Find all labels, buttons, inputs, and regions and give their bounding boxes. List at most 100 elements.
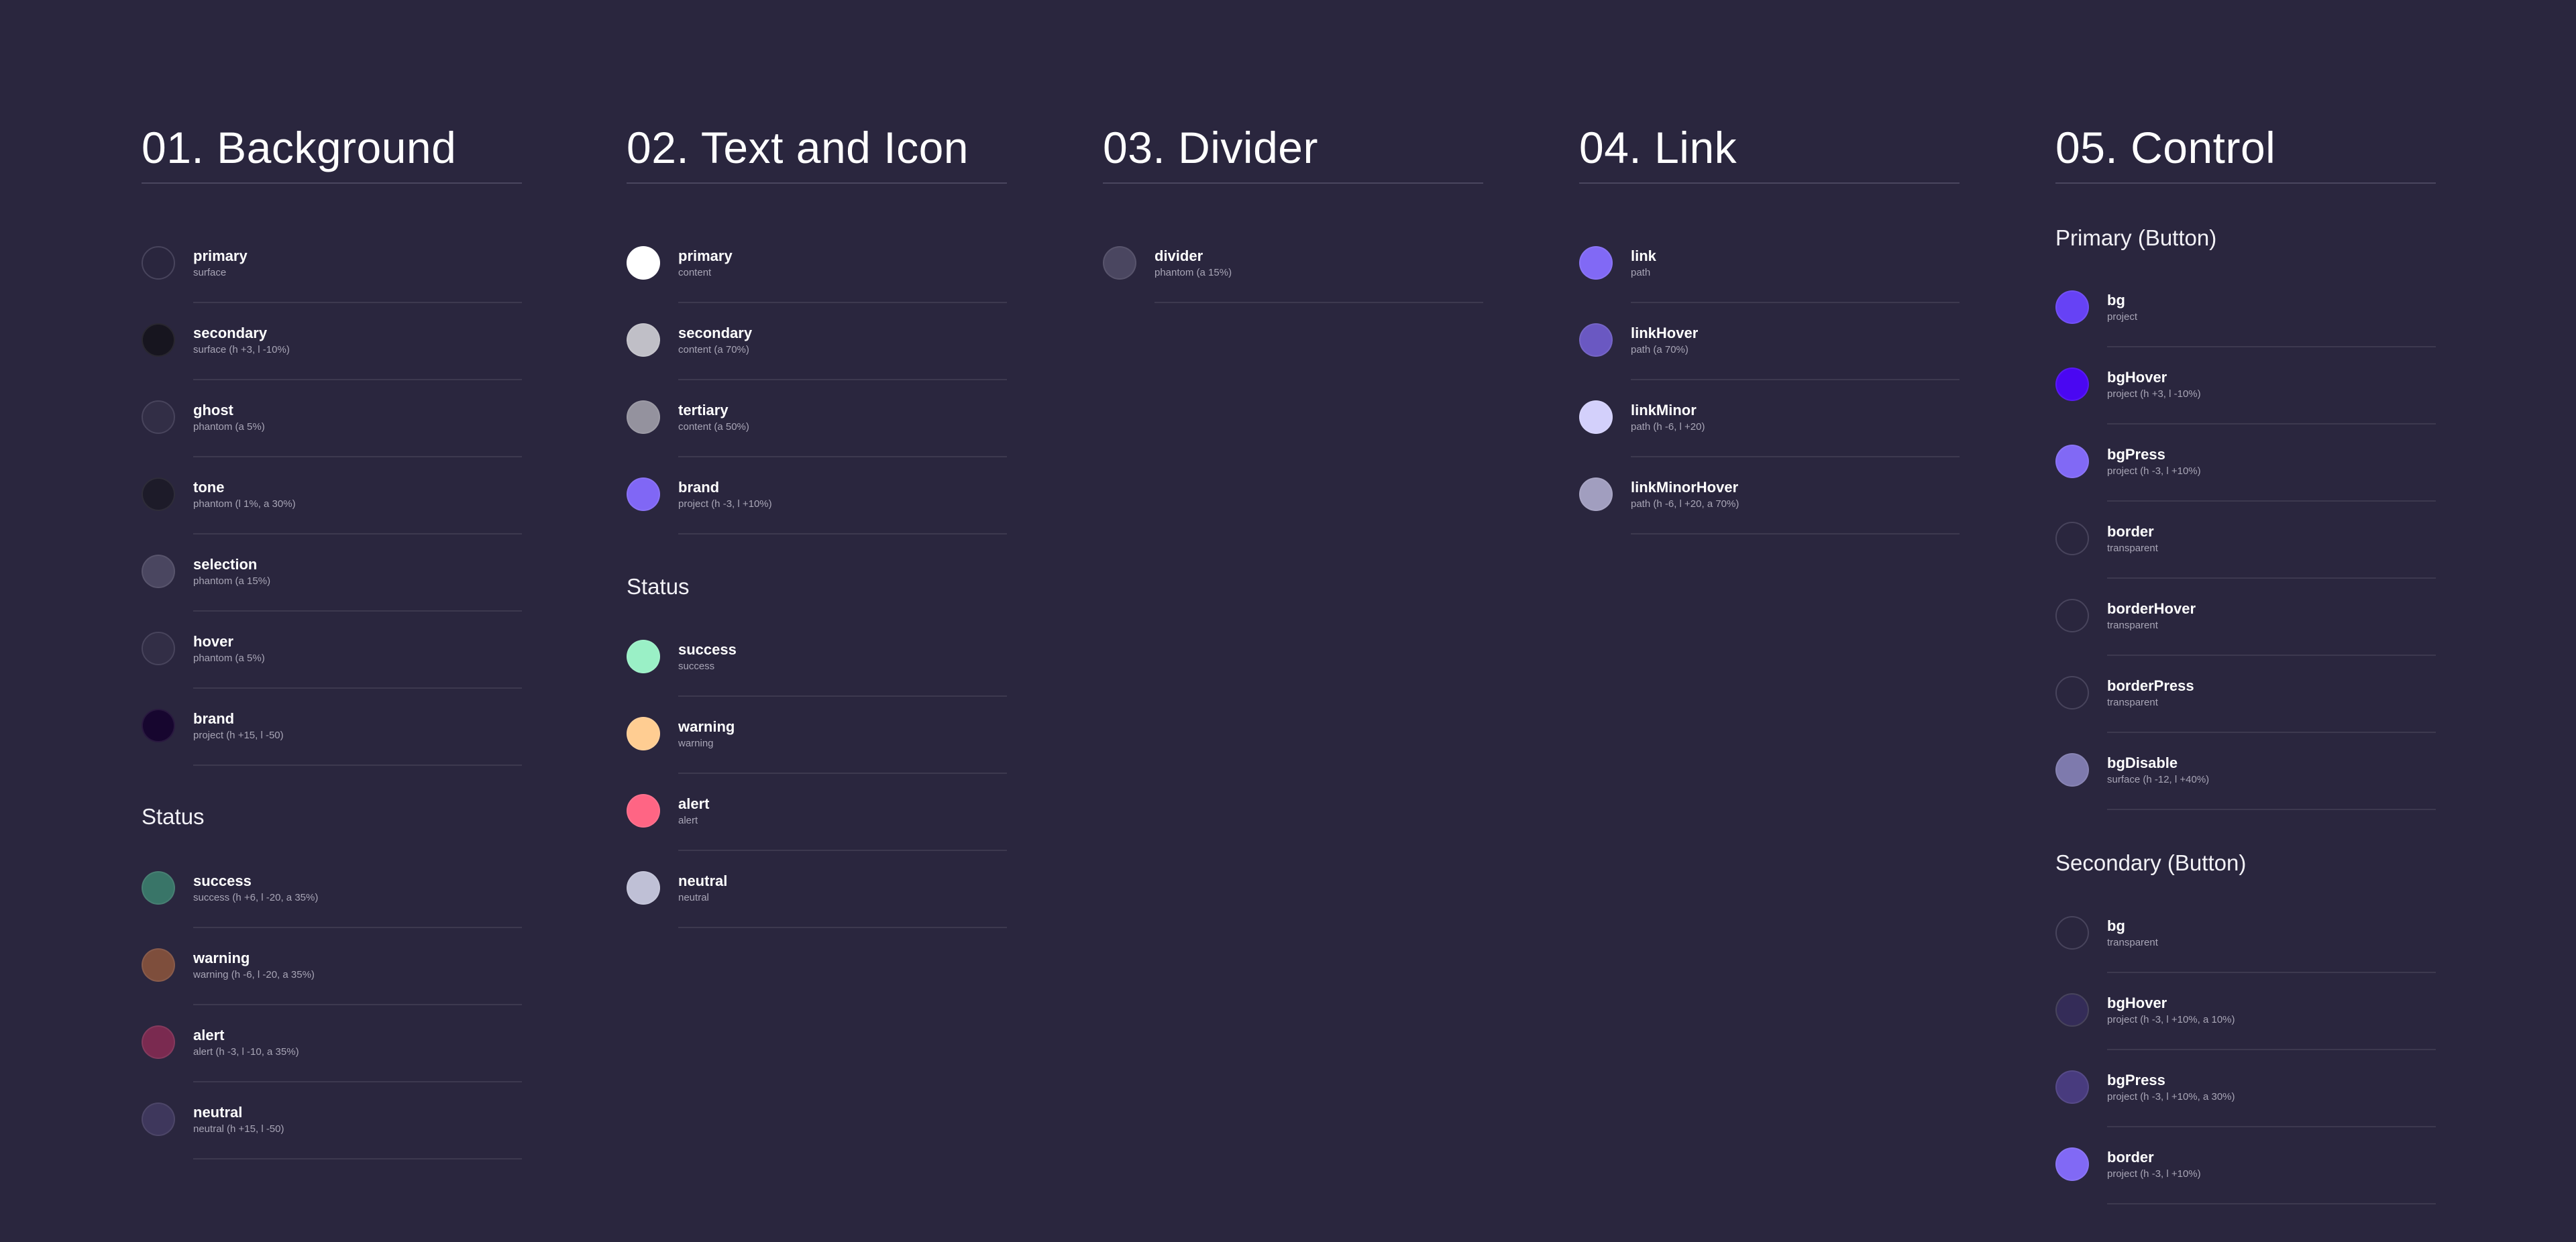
token-name: brand [678,479,720,496]
token-derivation: transparent [2107,937,2158,948]
row-divider [678,456,1007,457]
token-derivation: phantom (a 15%) [193,575,271,587]
row-divider [193,1004,522,1005]
token-name: linkHover [1631,325,1699,341]
token-derivation: transparent [2107,543,2158,554]
row-divider [2107,500,2436,502]
token-name: divider [1155,247,1203,264]
token-name: linkMinor [1631,402,1697,418]
section-title-divider [1103,182,1483,184]
row-divider [1631,379,1960,380]
row-divider [1155,302,1483,303]
token-derivation: neutral [678,892,709,903]
color-swatch-icon [2055,599,2089,632]
group-heading: Status [627,574,690,599]
section-title: 02. Text and Icon [627,123,969,172]
color-swatch-icon [627,871,660,905]
token-name: borderHover [2107,600,2196,617]
token-name: bg [2107,917,2125,934]
token-derivation: path (h -6, l +20) [1631,421,1705,433]
row-divider [2107,1203,2436,1204]
token-row-neutral: neutral neutral (h +15, l -50) [142,1103,522,1197]
token-row-linkMinorHover: linkMinorHover path (h -6, l +20, a 70%) [1579,477,1960,572]
token-derivation: warning (h -6, l -20, a 35%) [193,969,315,980]
token-derivation: project (h +3, l -10%) [2107,388,2201,400]
token-derivation: success [678,661,715,672]
token-derivation: surface (h -12, l +40%) [2107,774,2210,785]
color-swatch-icon [1579,477,1613,511]
row-divider [678,695,1007,697]
color-swatch-icon [142,709,175,742]
token-name: ghost [193,402,233,418]
token-name: bg [2107,292,2125,308]
row-divider [193,456,522,457]
color-swatch-icon [2055,993,2089,1027]
token-name: alert [678,795,710,812]
token-name: success [193,872,252,889]
token-name: border [2107,523,2154,540]
color-swatch-icon [2055,753,2089,787]
token-name: selection [193,556,258,573]
token-derivation: path (a 70%) [1631,344,1688,355]
color-swatch-icon [142,1103,175,1136]
token-derivation: project [2107,311,2138,323]
row-divider [2107,732,2436,733]
color-swatch-icon [142,555,175,588]
section-title-divider [627,182,1007,184]
token-derivation: path [1631,267,1651,278]
section-title: 01. Background [142,123,457,172]
token-derivation: content (a 50%) [678,421,749,433]
token-name: tone [193,479,225,496]
token-derivation: transparent [2107,620,2158,631]
color-swatch-icon [142,400,175,434]
token-name: link [1631,247,1656,264]
section-title: 03. Divider [1103,123,1318,172]
section-title: 05. Control [2055,123,2276,172]
color-swatch-icon [1579,323,1613,357]
token-name: warning [193,950,250,966]
row-divider [2107,577,2436,579]
group-heading: Status [142,804,205,829]
token-derivation: alert [678,815,698,826]
row-divider [193,1158,522,1160]
color-swatch-icon [1579,400,1613,434]
token-name: bgHover [2107,995,2167,1011]
color-swatch-icon [2055,445,2089,478]
token-derivation: surface [193,267,227,278]
token-derivation: project (h -3, l +10%) [2107,465,2201,477]
color-swatch-icon [142,871,175,905]
token-name: border [2107,1149,2154,1166]
token-derivation: neutral (h +15, l -50) [193,1123,284,1135]
row-divider [678,302,1007,303]
token-row-brand: brand project (h +15, l -50) [142,709,522,803]
color-swatch-icon [2055,916,2089,950]
row-divider [1631,456,1960,457]
token-name: linkMinorHover [1631,479,1739,496]
token-derivation: project (h +15, l -50) [193,730,284,741]
token-row-brand: brand project (h -3, l +10%) [627,477,1007,572]
row-divider [2107,1126,2436,1127]
token-derivation: project (h -3, l +10%, a 10%) [2107,1014,2235,1025]
row-divider [193,302,522,303]
color-swatch-icon [627,717,660,750]
color-swatch-icon [142,948,175,982]
row-divider [2107,972,2436,973]
token-name: secondary [193,325,268,341]
row-divider [193,687,522,689]
color-swatch-icon [2055,522,2089,555]
row-divider [678,773,1007,774]
row-divider [193,379,522,380]
row-divider [1631,302,1960,303]
color-swatch-icon [142,477,175,511]
token-row-bgDisable: bgDisable surface (h -12, l +40%) [2055,753,2436,848]
token-row-border: border project (h -3, l +10%) [2055,1147,2436,1242]
token-derivation: success (h +6, l -20, a 35%) [193,892,319,903]
token-derivation: phantom (a 5%) [193,653,265,664]
token-derivation: surface (h +3, l -10%) [193,344,290,355]
row-divider [678,850,1007,851]
row-divider [2107,655,2436,656]
token-derivation: phantom (a 5%) [193,421,265,433]
token-name: borderPress [2107,677,2194,694]
color-swatch-icon [142,246,175,280]
color-swatch-icon [2055,368,2089,401]
